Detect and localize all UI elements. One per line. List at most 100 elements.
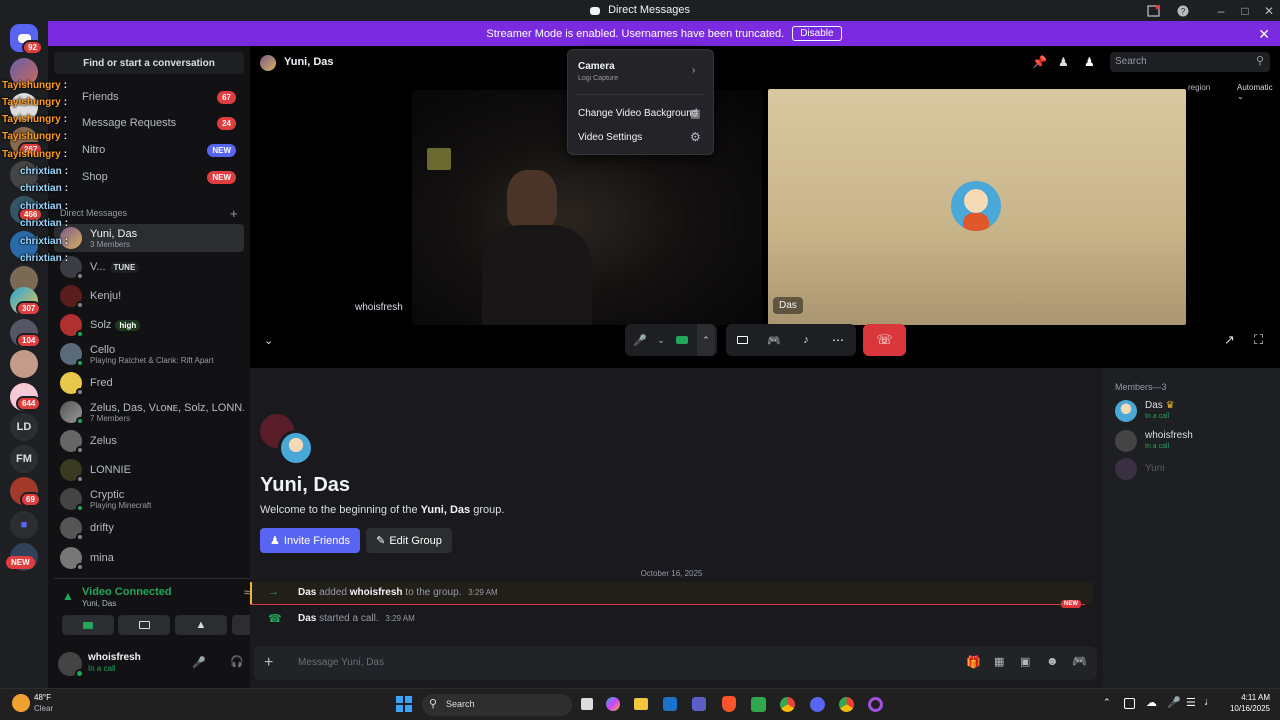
dm-name: V... [90, 261, 106, 273]
activity-button[interactable]: ▲ [175, 615, 227, 635]
video-settings-item[interactable]: Video Settings [578, 132, 642, 143]
camera-menu-label[interactable]: Camera [578, 61, 615, 72]
headphones-icon[interactable]: 🎧 [230, 655, 244, 668]
search-input[interactable]: Search ⚲ [1110, 52, 1270, 72]
gamepad-icon: 🎮 [767, 334, 781, 347]
dm-item[interactable]: Kenju! [54, 282, 244, 310]
weather-icon[interactable] [12, 694, 30, 712]
nav-nitro[interactable]: Nitro NEW [54, 138, 244, 162]
gamepad-icon: ▲ [195, 619, 207, 631]
dm-item[interactable]: Cryptic Playing Minecraft [54, 485, 244, 513]
dm-sub: Playing Ratchet & Clank: Rift Apart [90, 355, 214, 365]
teams-icon[interactable] [692, 697, 706, 711]
video-stream-das[interactable]: Das [768, 89, 1186, 325]
create-dm-icon[interactable]: + [230, 206, 238, 221]
emoji-icon[interactable]: ☻ [1046, 654, 1059, 668]
camera-button[interactable] [62, 615, 114, 635]
region-select[interactable]: Automatic ⌄ [1237, 83, 1280, 101]
nav-message-requests[interactable]: Message Requests 24 [54, 111, 244, 135]
store-icon[interactable] [663, 697, 677, 711]
collapse-chevron-icon[interactable]: ⌄ [264, 334, 273, 347]
close-window-icon[interactable]: ✕ [1258, 0, 1280, 21]
nav-label: Shop [82, 171, 108, 183]
file-explorer-icon[interactable] [634, 698, 648, 710]
attach-plus-icon[interactable]: + [264, 654, 273, 672]
copilot-icon[interactable] [606, 697, 620, 711]
avatar[interactable] [58, 652, 84, 678]
folder-icon[interactable]: ■ [10, 511, 38, 539]
home-button[interactable]: 92 [10, 24, 43, 55]
app-icon[interactable] [868, 697, 883, 712]
server-fm[interactable]: FM [10, 445, 38, 473]
volume-icon[interactable]: ♩ [1204, 696, 1215, 708]
server-ld[interactable]: LD [10, 413, 38, 441]
dm-item[interactable]: mina [54, 544, 244, 572]
minimize-icon[interactable]: – [1210, 0, 1232, 21]
camera-options-chevron-icon[interactable]: ⌃ [697, 324, 715, 356]
members-toggle-icon[interactable]: ♟ [1084, 55, 1095, 69]
chevron-right-icon[interactable]: › [692, 65, 695, 76]
screenshare-button[interactable] [118, 615, 170, 635]
member-item[interactable]: Das ♛ In a call [1113, 398, 1273, 424]
member-item[interactable]: whoisfresh In a call [1113, 428, 1273, 454]
activity-button[interactable]: 🎮 [758, 324, 790, 356]
more-options-icon[interactable]: ⋯ [822, 324, 854, 356]
fullscreen-icon[interactable]: ⛶ [1254, 332, 1263, 348]
sticker-icon[interactable]: ▣ [1020, 655, 1030, 668]
pin-icon[interactable]: 📌 [1032, 55, 1047, 69]
dm-item[interactable]: V... TUNE [54, 253, 244, 281]
windows-start-icon[interactable] [396, 696, 412, 712]
message-text: Das added whoisfresh to the group. 3:29 … [298, 587, 498, 598]
soundboard-button[interactable]: ♪ [790, 324, 822, 356]
tray-chevron-icon[interactable]: ⌃ [1103, 697, 1111, 708]
dm-item[interactable]: Yuni, Das 3 Members [54, 224, 244, 252]
app-icon[interactable] [751, 697, 766, 712]
brave-icon[interactable] [722, 696, 736, 712]
popout-icon[interactable]: ↗ [1224, 332, 1235, 348]
help-icon[interactable]: ? [1172, 0, 1194, 21]
maximize-icon[interactable]: □ [1234, 0, 1256, 21]
dm-item[interactable]: Cello Playing Ratchet & Clank: Rift Apart [54, 340, 244, 368]
nav-shop[interactable]: Shop NEW [54, 165, 244, 189]
add-member-icon[interactable]: ♟ [1058, 55, 1069, 69]
message-composer[interactable]: + Message Yuni, Das 🎁 ▦ ▣ ☻ 🎮 [254, 646, 1097, 680]
dm-item[interactable]: Zelus, Das, Vʟᴏɴᴇ, Solz, LONN... 7 Member… [54, 398, 244, 426]
close-banner-icon[interactable]: ✕ [1258, 26, 1270, 43]
gif-icon[interactable]: ▦ [994, 655, 1004, 668]
gift-icon[interactable]: 🎁 [966, 655, 981, 669]
invite-friends-button[interactable]: ♟ Invite Friends [260, 528, 360, 553]
member-item[interactable]: Yuni [1113, 458, 1273, 482]
camera-toggle-button[interactable] [667, 324, 697, 356]
inbox-icon[interactable] [1142, 0, 1164, 21]
mic-options-chevron-icon[interactable]: ⌄ [655, 324, 667, 356]
dm-item[interactable]: LONNIE [54, 456, 244, 484]
tray-app-icon[interactable] [1124, 698, 1135, 709]
task-view-icon[interactable] [581, 698, 593, 710]
screenshare-button[interactable] [726, 324, 758, 356]
dm-item[interactable]: Zelus [54, 427, 244, 455]
app-launcher-icon[interactable]: 🎮 [1072, 654, 1087, 668]
clock-time[interactable]: 4:11 AM [1226, 693, 1270, 702]
dm-item[interactable]: drifty [54, 514, 244, 542]
tray-mic-icon[interactable]: 🎤 [1167, 696, 1181, 709]
nav-friends[interactable]: Friends 67 [54, 85, 244, 109]
tray-cloud-icon[interactable]: ☁ [1146, 696, 1157, 709]
edit-group-button[interactable]: ✎ Edit Group [366, 528, 452, 553]
chrome-icon[interactable] [839, 697, 854, 712]
wifi-icon[interactable]: ☰ [1186, 696, 1196, 709]
overlay-chat-line: chrixtian: [20, 182, 69, 194]
clock-date[interactable]: 10/16/2025 [1220, 704, 1270, 713]
change-background-item[interactable]: Change Video Background [578, 108, 697, 119]
hang-up-button[interactable]: ☏ [863, 324, 906, 356]
mic-icon[interactable]: 🎤 [192, 656, 206, 669]
discord-taskbar-icon[interactable] [810, 697, 825, 712]
disable-button[interactable]: Disable [792, 26, 842, 41]
taskbar-search[interactable]: ⚲ Search [422, 694, 572, 716]
server-icon[interactable] [10, 350, 38, 378]
find-conversation-button[interactable]: Find or start a conversation [54, 52, 244, 74]
voice-channel[interactable]: Yuni, Das [82, 599, 116, 608]
dm-item[interactable]: Solz high [54, 311, 244, 339]
mic-button[interactable]: 🎤 [625, 324, 655, 356]
dm-item[interactable]: Fred [54, 369, 244, 397]
chrome-icon[interactable] [780, 697, 795, 712]
